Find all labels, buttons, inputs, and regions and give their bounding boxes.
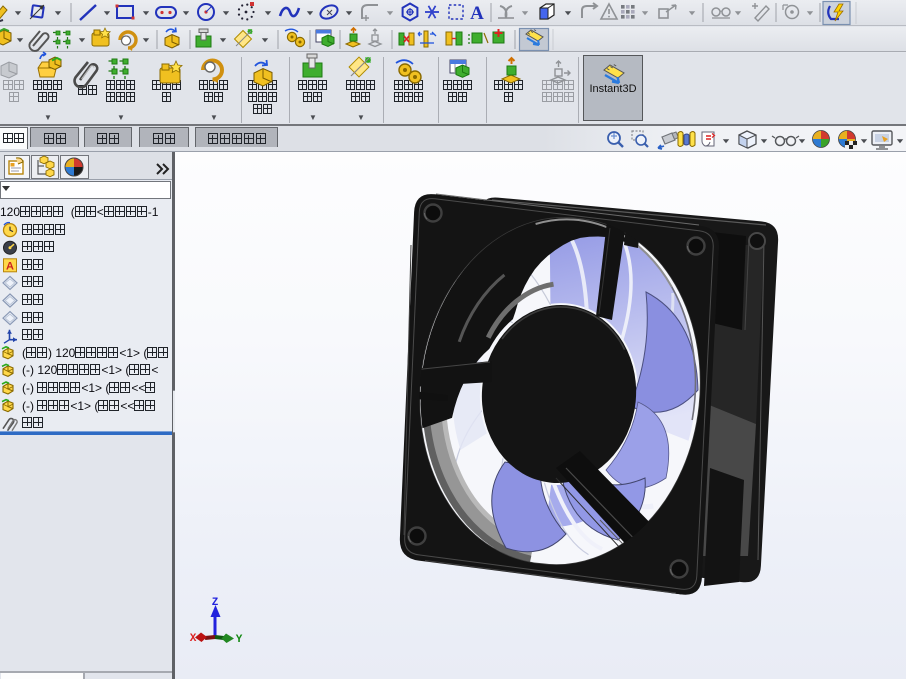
svg-text:X: X bbox=[190, 633, 197, 645]
svg-text:A: A bbox=[470, 3, 484, 24]
svg-text:Y: Y bbox=[236, 634, 243, 646]
svg-text:Z: Z bbox=[212, 597, 219, 609]
svg-text:A: A bbox=[6, 260, 14, 272]
